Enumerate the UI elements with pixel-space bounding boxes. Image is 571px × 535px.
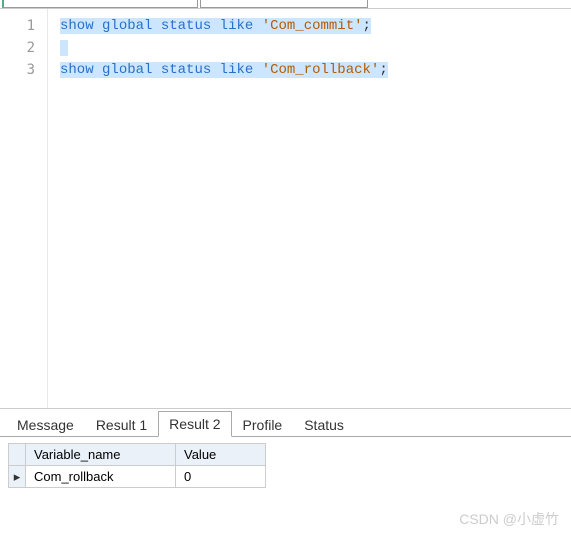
code-line[interactable]: show global status like 'Com_rollback'; xyxy=(60,59,571,81)
cell-variable-name[interactable]: Com_rollback xyxy=(26,466,176,488)
tab-result-2[interactable]: Result 2 xyxy=(158,411,231,437)
row-pointer-icon: ▸ xyxy=(9,466,26,488)
line-number: 2 xyxy=(0,37,35,59)
code-area[interactable]: show global status like 'Com_commit'; sh… xyxy=(48,9,571,408)
toolbar xyxy=(0,0,571,9)
cell-value[interactable]: 0 xyxy=(176,466,266,488)
table-row[interactable]: ▸Com_rollback0 xyxy=(9,466,266,488)
line-number: 1 xyxy=(0,15,35,37)
row-pointer-header xyxy=(9,444,26,466)
code-line[interactable]: show global status like 'Com_commit'; xyxy=(60,15,571,37)
tab-message[interactable]: Message xyxy=(6,412,85,437)
tab-profile[interactable]: Profile xyxy=(232,412,294,437)
table-header-row: Variable_name Value xyxy=(9,444,266,466)
tab-result-1[interactable]: Result 1 xyxy=(85,412,158,437)
watermark: CSDN @小虚竹 xyxy=(459,509,559,529)
line-number: 3 xyxy=(0,59,35,81)
col-header-variable-name[interactable]: Variable_name xyxy=(26,444,176,466)
toolbar-dropdown-b[interactable] xyxy=(200,0,368,8)
result-table: Variable_name Value ▸Com_rollback0 xyxy=(8,443,266,488)
toolbar-dropdown-a[interactable] xyxy=(2,0,198,8)
line-gutter: 123 xyxy=(0,9,48,408)
col-header-value[interactable]: Value xyxy=(176,444,266,466)
tab-status[interactable]: Status xyxy=(293,412,355,437)
code-line[interactable] xyxy=(60,37,571,59)
result-tabs: MessageResult 1Result 2ProfileStatus xyxy=(0,409,571,437)
sql-editor[interactable]: 123 show global status like 'Com_commit'… xyxy=(0,9,571,409)
